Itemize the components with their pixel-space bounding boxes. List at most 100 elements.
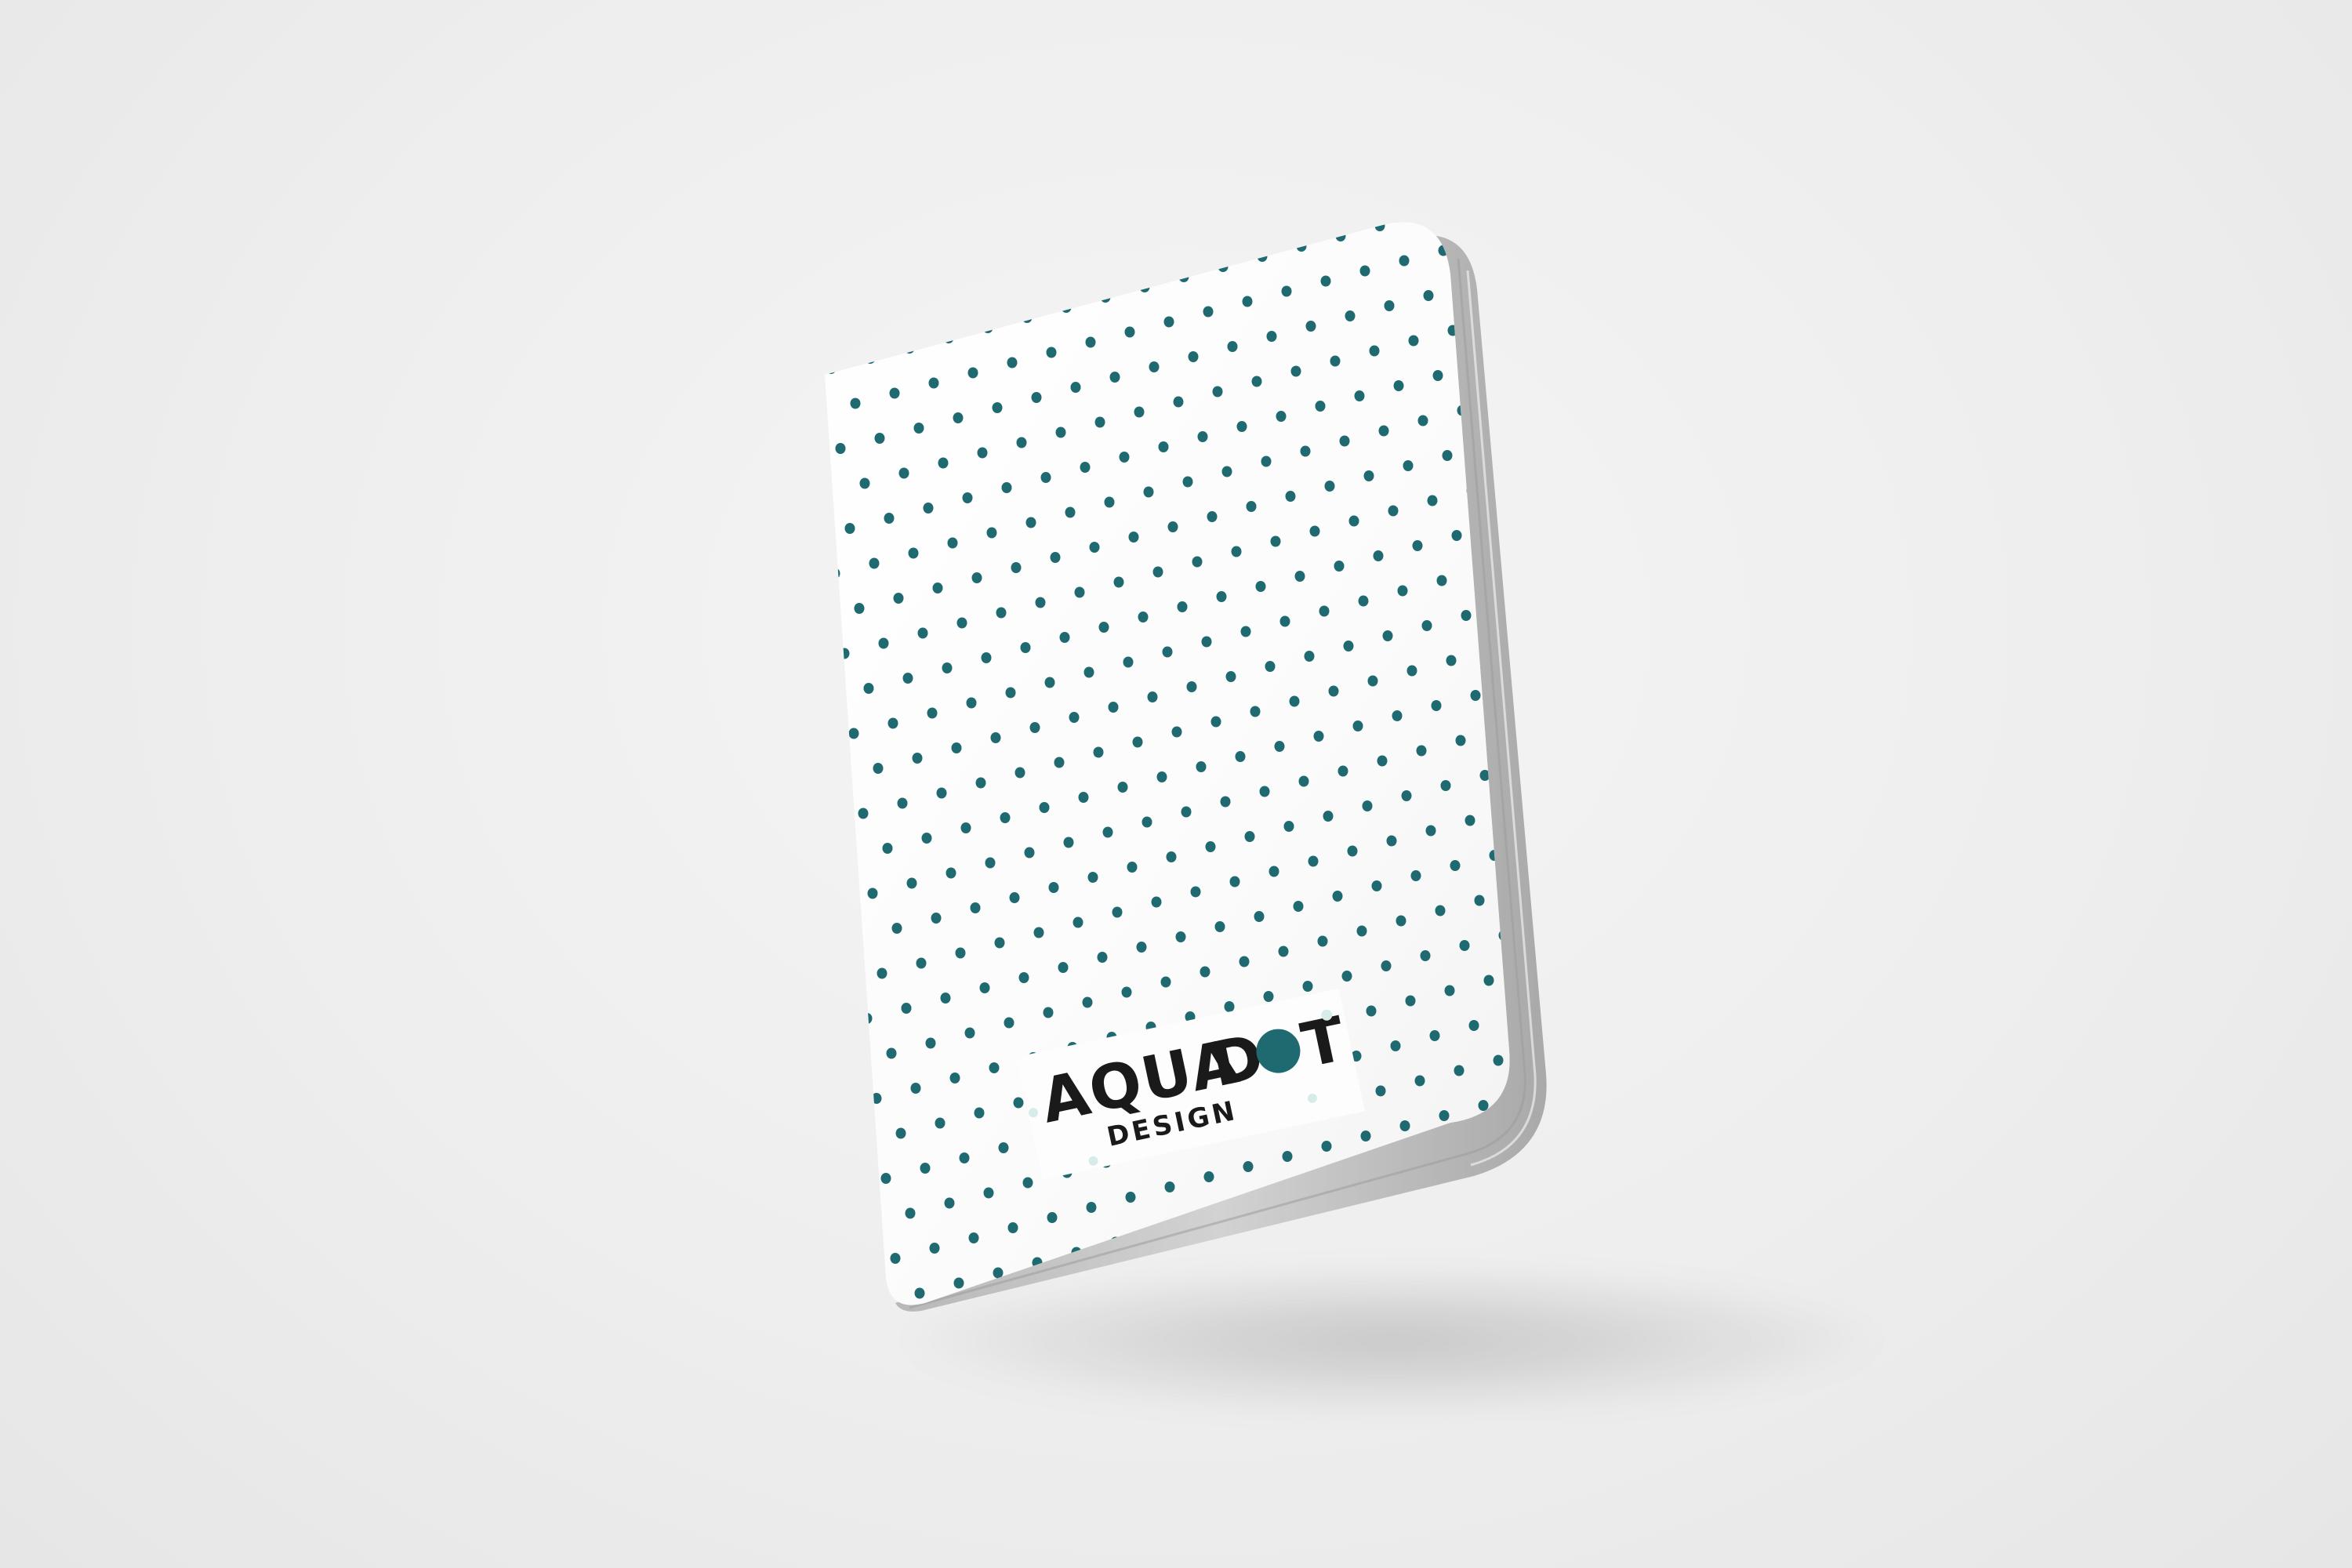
pattern-dot	[782, 499, 792, 510]
pattern-dot	[1374, 222, 1385, 231]
pattern-dot	[1055, 426, 1066, 438]
pattern-dot	[1375, 1085, 1386, 1097]
pattern-dot	[938, 457, 949, 469]
pattern-dot	[1151, 896, 1162, 908]
pattern-dot	[901, 1003, 912, 1014]
pattern-dot	[1131, 201, 1141, 212]
pattern-dot	[1406, 665, 1417, 677]
pattern-dot	[865, 353, 876, 364]
pattern-dot	[877, 967, 887, 979]
pattern-dot	[1003, 1348, 1013, 1359]
pattern-dot	[920, 1163, 931, 1174]
pattern-dot	[1283, 821, 1294, 832]
pattern-dot	[1468, 1020, 1479, 1031]
pattern-dot	[1302, 981, 1313, 992]
pattern-dot	[1541, 260, 1552, 270]
pattern-dot	[1377, 755, 1388, 767]
pattern-dot	[908, 547, 919, 559]
pattern-dot	[1319, 605, 1330, 617]
pattern-dot	[1429, 165, 1439, 176]
pattern-dot	[1076, 256, 1087, 268]
pattern-dot	[1087, 872, 1098, 883]
pattern-dot	[1279, 615, 1290, 627]
pattern-dot	[1095, 1282, 1106, 1293]
pattern-dot	[852, 933, 863, 944]
pattern-dot	[1178, 271, 1189, 282]
pattern-dot	[964, 1358, 974, 1369]
pattern-dot	[966, 697, 977, 709]
pattern-dot	[1212, 386, 1223, 397]
pattern-dot	[1332, 891, 1343, 902]
pattern-dot	[1446, 655, 1457, 666]
pattern-dot	[904, 343, 915, 354]
pattern-dot	[1296, 241, 1307, 252]
pattern-dot	[1065, 506, 1076, 518]
pattern-dot	[1573, 705, 1584, 716]
pattern-dot	[906, 877, 917, 889]
pattern-dot	[1483, 975, 1494, 986]
pattern-dot	[1160, 976, 1171, 988]
pattern-dot	[973, 242, 984, 253]
pattern-dot	[1265, 661, 1276, 672]
pattern-dot	[1345, 310, 1356, 321]
pattern-dot	[1237, 1286, 1248, 1298]
pattern-dot	[1592, 865, 1602, 876]
pattern-dot	[1459, 940, 1470, 951]
pattern-dot	[913, 423, 924, 434]
pattern-dot	[1134, 1272, 1145, 1283]
pattern-dot	[1093, 746, 1104, 758]
pattern-dot	[1472, 1225, 1483, 1236]
pattern-dot	[970, 902, 981, 913]
pattern-dot	[1317, 935, 1328, 947]
pattern-dot	[946, 867, 956, 879]
pattern-dot	[1083, 666, 1094, 678]
pattern-dot	[1381, 960, 1392, 971]
pattern-dot	[1423, 290, 1434, 301]
pattern-dot	[912, 753, 923, 764]
pattern-dot	[1313, 731, 1324, 742]
pattern-dot	[1250, 706, 1261, 717]
pattern-dot	[1214, 921, 1225, 932]
pattern-dot	[1031, 392, 1042, 403]
pattern-dot	[1454, 200, 1464, 211]
pattern-dot	[1470, 690, 1481, 701]
pattern-dot	[1213, 1251, 1224, 1262]
pattern-dot	[1417, 415, 1428, 426]
pattern-dot	[931, 913, 942, 924]
pattern-dot	[1335, 230, 1346, 241]
pattern-dot	[863, 683, 874, 694]
pattern-dot	[1371, 880, 1382, 891]
pattern-dot	[851, 1263, 862, 1274]
pattern-dot	[1508, 145, 1518, 156]
pattern-dot	[1298, 775, 1309, 787]
pattern-dot	[858, 808, 869, 819]
pattern-dot	[1405, 130, 1415, 141]
pattern-dot	[895, 1127, 906, 1139]
pattern-dot	[921, 833, 932, 844]
pattern-dot	[1405, 995, 1416, 1007]
pattern-dot	[1635, 1059, 1646, 1070]
pattern-dot	[989, 1062, 1000, 1073]
pattern-dot	[1007, 1222, 1018, 1233]
pattern-dot	[825, 693, 835, 704]
pattern-dot	[862, 1013, 873, 1024]
pattern-dot	[1439, 1110, 1450, 1121]
pattern-dot	[1553, 875, 1563, 886]
pattern-dot	[1033, 927, 1044, 938]
pattern-dot	[867, 887, 878, 899]
pattern-dot	[1412, 540, 1423, 551]
pattern-dot	[1308, 855, 1319, 867]
pattern-dot	[1352, 720, 1363, 731]
pattern-dot	[1641, 935, 1651, 946]
pattern-dot	[951, 742, 962, 753]
pattern-dot	[1515, 555, 1526, 566]
pattern-dot	[795, 783, 805, 794]
pattern-dot	[1421, 620, 1432, 631]
pattern-dot	[1628, 649, 1638, 660]
pattern-dot	[1089, 542, 1100, 553]
pattern-dot	[1684, 1129, 1694, 1140]
pattern-dot	[1526, 305, 1537, 316]
pattern-dot	[1304, 651, 1315, 662]
pattern-dot	[1094, 416, 1105, 428]
pattern-dot	[1022, 1177, 1033, 1189]
